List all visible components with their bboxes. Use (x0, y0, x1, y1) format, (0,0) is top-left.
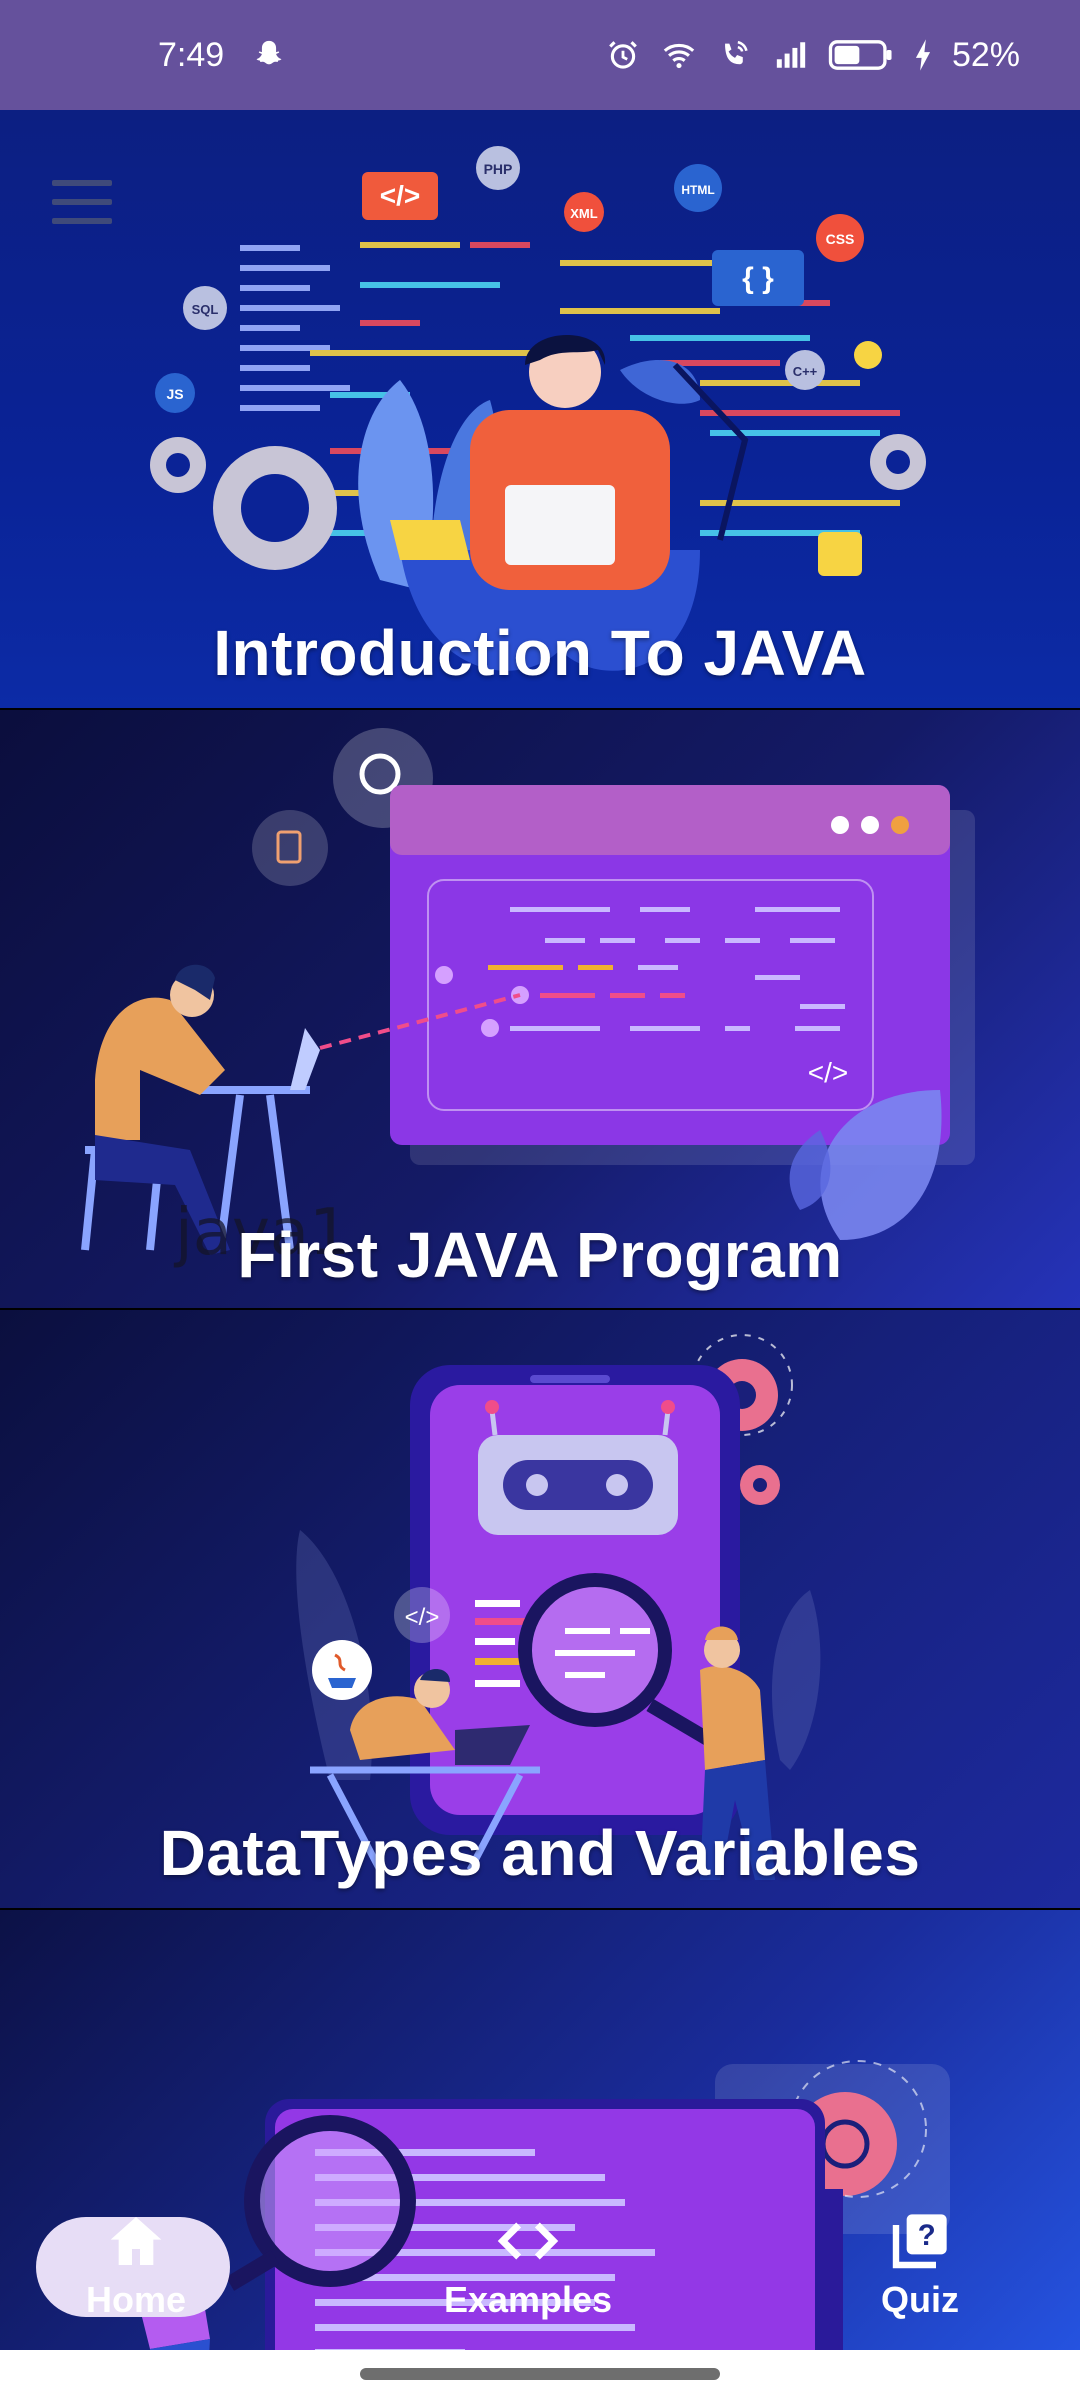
topic-title: DataTypes and Variables (159, 1817, 921, 1889)
nav-examples[interactable]: Examples (428, 2209, 628, 2321)
gesture-area (0, 2350, 1080, 2400)
nav-quiz[interactable]: ? Quiz (820, 2209, 1020, 2321)
nav-quiz-label: Quiz (881, 2279, 959, 2320)
alarm-icon (604, 36, 642, 74)
bottom-navigation: Home Examples ? Quiz (0, 2180, 1080, 2350)
svg-text:</>: </> (380, 180, 420, 211)
status-time: 7:49 (158, 35, 225, 74)
menu-button[interactable] (52, 180, 112, 224)
svg-text:</>: </> (405, 1604, 440, 1631)
nav-examples-label: Examples (443, 2279, 613, 2320)
topic-title: Introduction To JAVA (213, 617, 867, 689)
battery-percent: 52% (951, 35, 1020, 74)
snapchat-icon (250, 36, 288, 74)
svg-text:</>: </> (808, 1057, 848, 1088)
wifi-calling-icon (716, 36, 754, 74)
svg-text:C++: C++ (793, 364, 818, 379)
topic-card-introduction[interactable]: </> { } PHP XML HTML CSS SQL JS C# C++ I… (0, 110, 1080, 708)
topic-card-first-program[interactable]: </> java1 First JAVA Program (0, 710, 1080, 1308)
battery-icon (828, 36, 894, 74)
svg-text:HTML: HTML (681, 183, 714, 197)
charging-icon (912, 36, 934, 74)
topic-title: First JAVA Program (237, 1219, 843, 1291)
home-icon (110, 2217, 162, 2265)
code-icon (497, 2222, 559, 2260)
home-gesture-bar[interactable] (360, 2368, 720, 2380)
status-bar: 7:49 52% (0, 0, 1080, 110)
wifi-icon (660, 36, 698, 74)
svg-text:?: ? (918, 2219, 936, 2252)
svg-text:XML: XML (570, 206, 598, 221)
nav-home[interactable]: Home (36, 2209, 236, 2321)
svg-text:SQL: SQL (192, 302, 219, 317)
svg-text:CSS: CSS (826, 231, 855, 247)
svg-text:PHP: PHP (484, 161, 513, 177)
topic-card-datatypes[interactable]: </> DataTypes and Variables (0, 1310, 1080, 1908)
signal-icon (772, 36, 810, 74)
nav-home-label: Home (85, 2279, 187, 2320)
quiz-icon: ? (892, 2214, 947, 2269)
svg-text:{ }: { } (742, 262, 774, 295)
svg-text:JS: JS (166, 386, 183, 402)
